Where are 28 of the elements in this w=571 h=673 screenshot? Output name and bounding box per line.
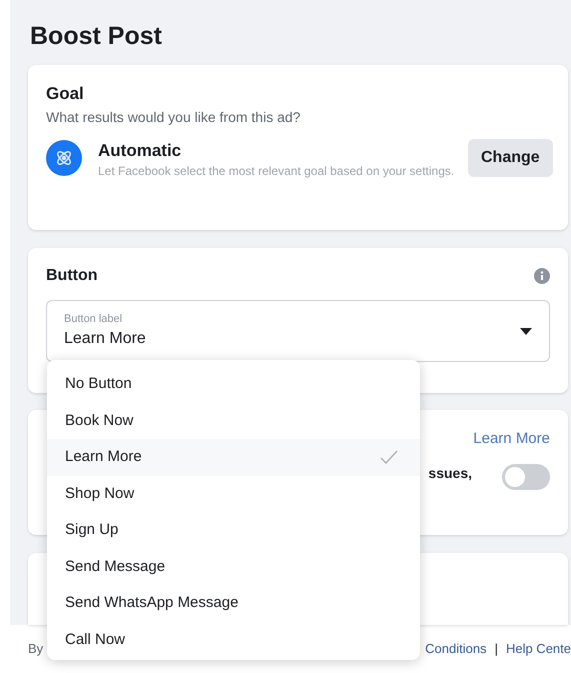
learn-more-link[interactable]: Learn More — [473, 428, 550, 450]
field-value: Learn More — [64, 329, 146, 350]
field-label: Button label — [64, 312, 124, 327]
caret-icon — [520, 328, 532, 334]
menu-item[interactable]: Book Now — [47, 402, 420, 439]
page-title: Boost Post — [29, 21, 163, 52]
menu-item[interactable]: Send WhatsApp Message — [47, 585, 420, 622]
help-center-link[interactable]: Help Cente — [506, 639, 571, 659]
description-text: ssues, — [428, 464, 472, 482]
menu-item[interactable]: Send Message — [47, 548, 420, 585]
menu-item[interactable]: Sign Up — [47, 512, 420, 548]
button-heading: Button — [46, 266, 98, 286]
menu-item[interactable]: Call Now — [47, 622, 420, 658]
toggle-switch[interactable] — [502, 464, 550, 490]
goal-question: What results would you like from this ad? — [46, 108, 302, 127]
option-description: Let Facebook select the most relevant goal based on your settings. — [98, 163, 456, 179]
menu-item[interactable]: Learn More — [47, 439, 420, 476]
goal-heading: Goal — [46, 83, 85, 105]
check-icon — [380, 450, 398, 464]
footer-text: By — [28, 640, 44, 658]
link-separator: | — [494, 640, 498, 658]
conditions-link[interactable]: Conditions — [425, 639, 487, 659]
menu-item[interactable]: No Button — [47, 366, 420, 402]
atom-icon — [46, 140, 82, 176]
change-button[interactable]: Change — [468, 139, 553, 178]
option-title: Automatic — [98, 140, 182, 162]
menu-item[interactable]: Shop Now — [47, 476, 420, 512]
info-icon[interactable] — [534, 268, 550, 284]
